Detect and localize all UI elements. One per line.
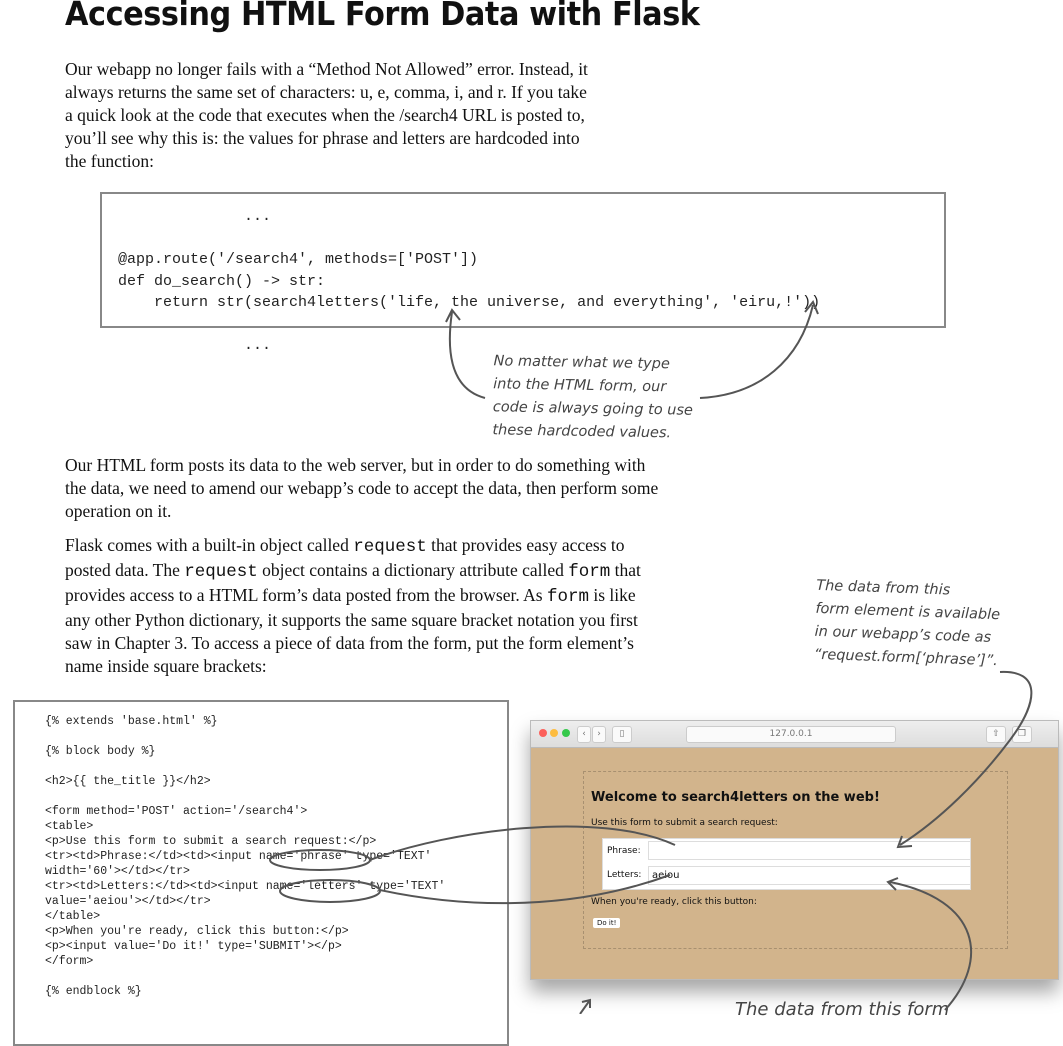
- annotation-arrows: [269, 300, 1033, 1014]
- circle-letters: [279, 879, 381, 903]
- arrow-right: [699, 300, 819, 399]
- circle-phrase: [269, 849, 371, 871]
- arrow-phrase: [896, 670, 1033, 849]
- arrow-left: [445, 308, 486, 399]
- arrow-name-phrase: [369, 825, 676, 861]
- arrow-bottom-left: [579, 998, 591, 1014]
- arrow-letters-bottom: [886, 877, 972, 1011]
- arrow-name-letters: [379, 874, 671, 905]
